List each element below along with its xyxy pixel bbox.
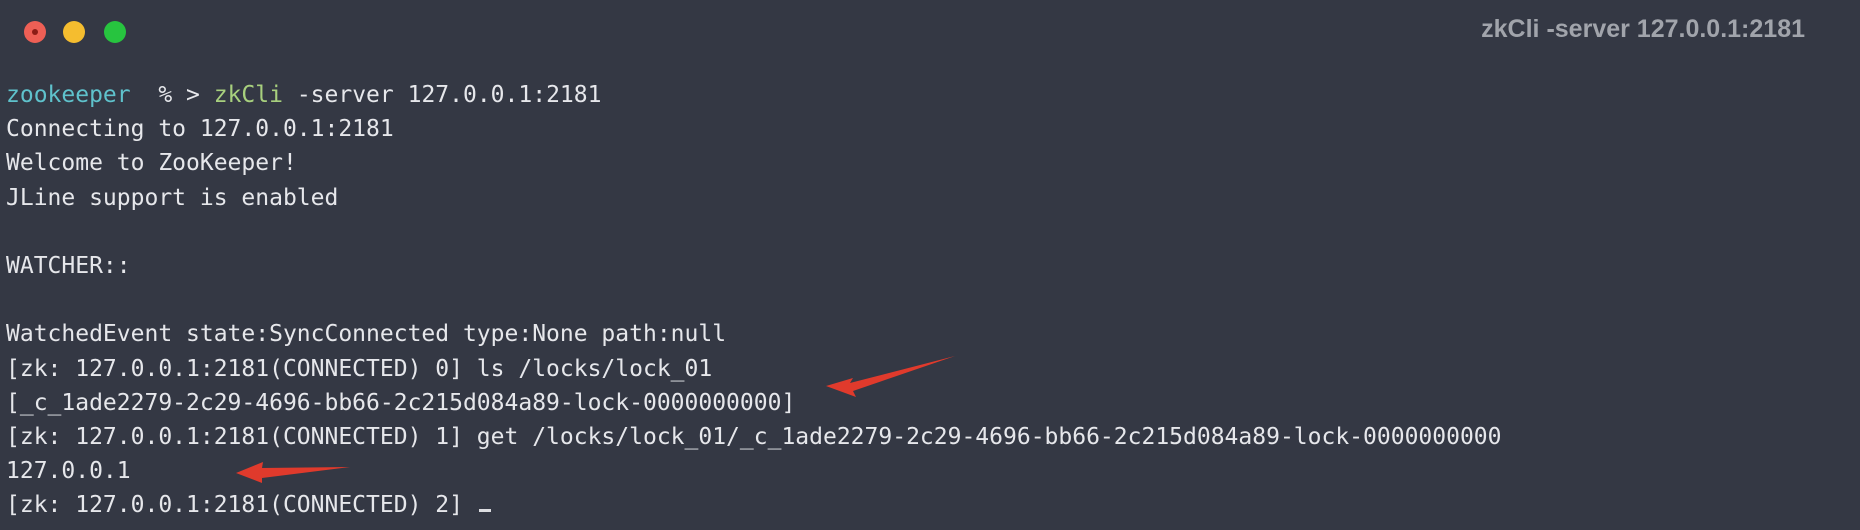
output-line-lock-node: [_c_1ade2279-2c29-4696-bb66-2c215d084a89… — [6, 389, 796, 416]
prompt-user: zookeeper — [6, 82, 131, 108]
prompt-symbols: % > — [130, 82, 214, 108]
output-line: JLine support is enabled — [6, 184, 339, 211]
current-prompt-line[interactable]: [zk: 127.0.0.1:2181(CONNECTED) 2] — [6, 488, 1846, 522]
output-line: WatchedEvent state:SyncConnected type:No… — [6, 321, 727, 348]
output-line-node-data: 127.0.0.1 — [6, 458, 131, 485]
title-bar: zkCli -server 127.0.0.1:2181 — [0, 0, 1860, 64]
prompt-args: -server 127.0.0.1:2181 — [282, 82, 602, 108]
terminal-output[interactable]: zookeeper % > zkCli -server 127.0.0.1:21… — [6, 78, 1846, 522]
output-line: WATCHER:: — [6, 252, 131, 279]
prompt-command: zkCli — [213, 82, 283, 108]
output-line: Welcome to ZooKeeper! — [6, 150, 297, 177]
text-cursor — [478, 509, 491, 513]
output-line: [zk: 127.0.0.1:2181(CONNECTED) 1] get /l… — [6, 423, 1502, 450]
output-line: [zk: 127.0.0.1:2181(CONNECTED) 0] ls /lo… — [6, 355, 713, 382]
output-line: Connecting to 127.0.0.1:2181 — [6, 116, 394, 143]
window-title: zkCli -server 127.0.0.1:2181 — [1481, 15, 1805, 43]
terminal-window: zkCli -server 127.0.0.1:2181 zookeeper %… — [0, 0, 1860, 530]
minimize-icon[interactable] — [63, 21, 85, 43]
maximize-icon[interactable] — [104, 21, 126, 43]
shell-prompt-line: zookeeper % > zkCli -server 127.0.0.1:21… — [6, 78, 1846, 112]
current-prompt: [zk: 127.0.0.1:2181(CONNECTED) 2] — [6, 492, 477, 519]
close-icon[interactable] — [24, 21, 46, 43]
